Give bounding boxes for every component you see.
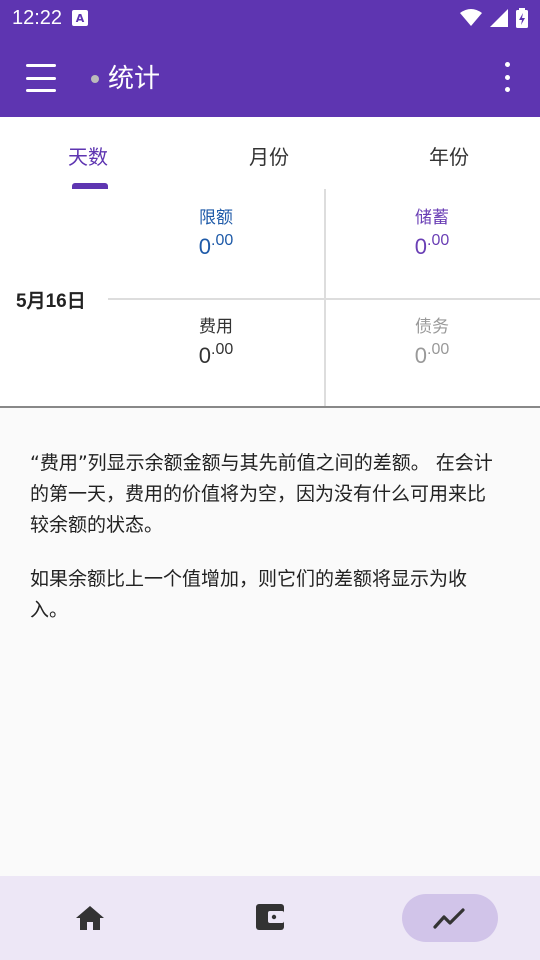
tab-days[interactable]: 天数 — [68, 141, 108, 170]
period-tabs: 天数 月份 年份 — [0, 117, 540, 189]
stats-icon[interactable] — [433, 905, 465, 931]
menu-icon[interactable] — [26, 62, 56, 94]
info-paragraph: 如果余额比上一个值增加，则它们的差额将显示为收入。 — [30, 568, 468, 621]
stats-date: 5月16日 — [16, 291, 86, 312]
debt-label: 债务 — [415, 317, 449, 337]
info-text: “费用”列显示余额金额与其先前值之间的差额。 在会计的第一天，费用的价值将为空，… — [30, 448, 500, 649]
more-options-icon[interactable] — [495, 62, 519, 92]
app-bar: 统计 — [0, 36, 540, 117]
stats-panel: 5月16日 限额 0.00 储蓄 0.00 费用 0.00 债务 0.00 — [0, 189, 540, 408]
notification-icon: A — [72, 10, 89, 26]
tab-year[interactable]: 年份 — [429, 141, 469, 170]
signal-icon — [490, 9, 508, 27]
divider — [0, 406, 540, 408]
wifi-icon — [460, 9, 482, 26]
savings-label: 储蓄 — [415, 208, 449, 228]
debt-value: 0.00 — [414, 341, 450, 368]
limit-value: 0.00 — [198, 232, 234, 259]
savings-value: 0.00 — [414, 232, 450, 259]
status-bar: 12:22 A — [0, 0, 540, 36]
bottom-nav — [0, 876, 540, 960]
home-icon[interactable] — [74, 904, 106, 932]
limit-label: 限额 — [199, 208, 233, 228]
wallet-icon[interactable] — [254, 902, 286, 932]
status-dot-icon — [91, 75, 99, 83]
page-title: 统计 — [108, 64, 161, 94]
expense-label: 费用 — [199, 317, 233, 337]
expense-value: 0.00 — [198, 341, 234, 368]
info-paragraph: “费用”列显示余额金额与其先前值之间的差额。 在会计的第一天，费用的价值将为空，… — [30, 452, 493, 536]
tab-month[interactable]: 月份 — [249, 141, 289, 170]
status-time: 12:22 — [12, 6, 63, 29]
battery-icon — [516, 8, 528, 28]
